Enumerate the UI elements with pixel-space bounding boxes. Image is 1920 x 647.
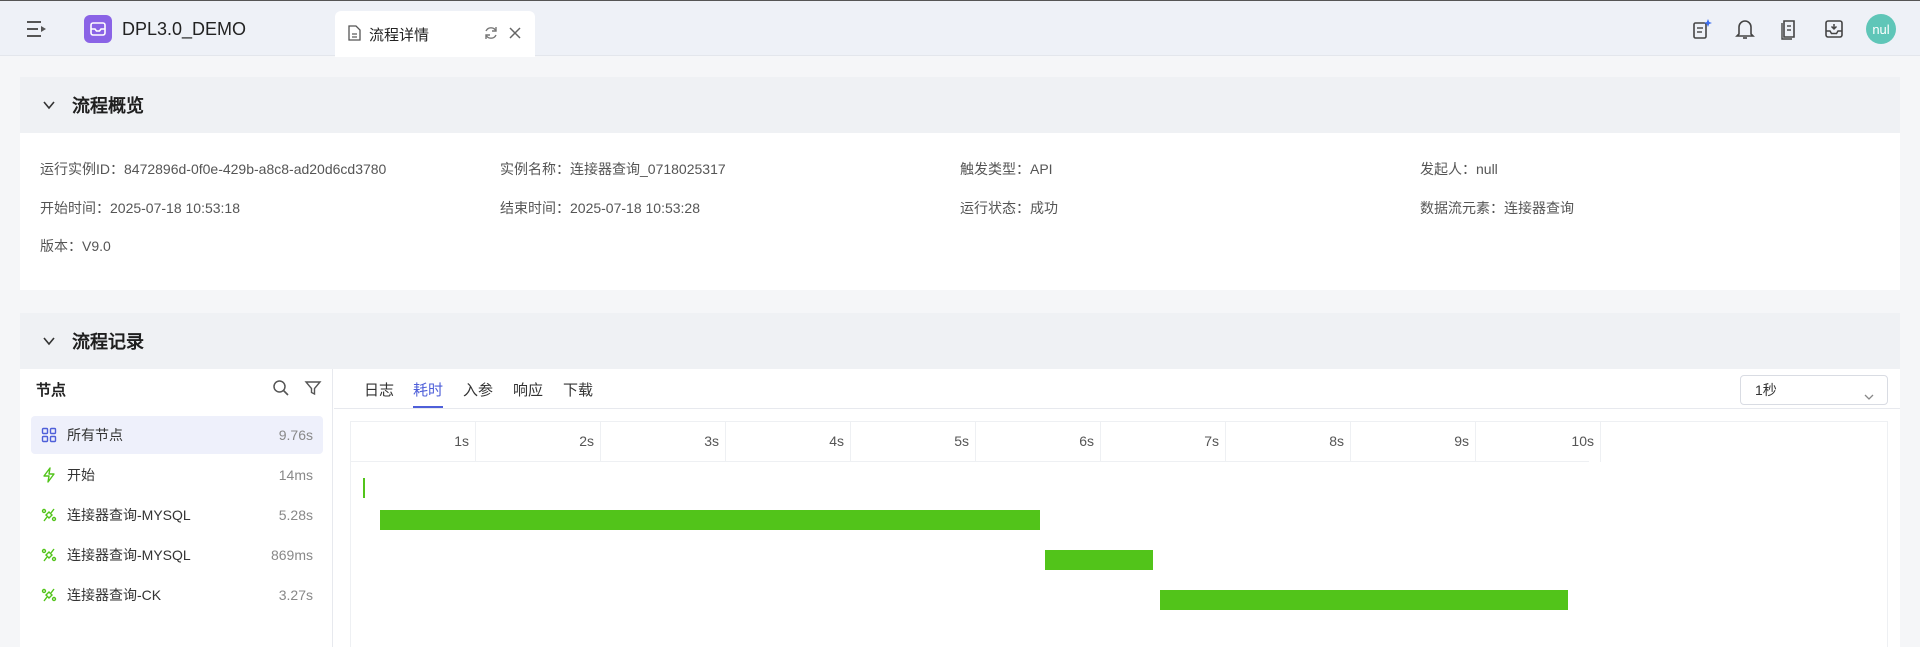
timeline-tick: 7s [1101, 422, 1226, 462]
close-icon[interactable] [507, 25, 523, 44]
timeline-axis: 1s 2s 3s 4s 5s 6s 7s 8s 9s 10s [351, 422, 1601, 462]
overview-title: 流程概览 [72, 96, 144, 116]
node-item-all[interactable]: 所有节点 9.76s [31, 416, 323, 454]
tab-response[interactable]: 响应 [513, 379, 543, 400]
node-list-header: 节点 [20, 369, 332, 409]
timeline-bar[interactable] [363, 478, 366, 498]
timeline-tick-label: 8s [1329, 433, 1344, 449]
tab-duration[interactable]: 耗时 [413, 379, 443, 400]
start-time: 开始时间：2025-07-18 10:53:18 [40, 200, 240, 216]
node-item-mysql-1[interactable]: 连接器查询-MYSQL 5.28s [31, 496, 323, 534]
timeline-tick-label: 4s [829, 433, 844, 449]
grid-icon [41, 427, 57, 443]
node-name: 连接器查询-MYSQL [67, 507, 191, 523]
node-duration: 9.76s [278, 427, 313, 443]
filter-icon[interactable] [304, 379, 322, 401]
timeline-tick-label: 7s [1204, 433, 1219, 449]
instance-name: 实例名称：连接器查询_0718025317 [500, 161, 726, 177]
tab-input-params[interactable]: 入参 [463, 379, 493, 400]
initiator: 发起人：null [1420, 161, 1498, 177]
detail-tabs: 日志 耗时 入参 响应 下载 1秒 [334, 369, 1900, 409]
timeline-tick: 5s [851, 422, 976, 462]
trigger-type: 触发类型：API [960, 161, 1053, 177]
timeline-tick-label: 1s [454, 433, 469, 449]
active-tab-underline [413, 406, 443, 408]
search-icon[interactable] [272, 379, 290, 401]
timeline-tick-label: 3s [704, 433, 719, 449]
connector-icon [41, 547, 57, 563]
time-scale-select[interactable]: 1秒 [1740, 375, 1888, 405]
overview-panel: 流程概览 运行实例ID：8472896d-0f0e-429b-a8c8-ad20… [20, 77, 1900, 290]
timeline-tick-label: 10s [1571, 433, 1594, 449]
timeline-bar[interactable] [379, 510, 1040, 530]
timeline-tick-label: 2s [579, 433, 594, 449]
app-title: DPL3.0_DEMO [122, 19, 247, 39]
overview-header[interactable]: 流程概览 [20, 77, 1900, 133]
timeline-bar[interactable] [1044, 550, 1154, 570]
run-status: 运行状态：成功 [960, 200, 1058, 216]
timeline-tick: 9s [1351, 422, 1476, 462]
tab-download[interactable]: 下载 [563, 379, 593, 400]
node-item-mysql-2[interactable]: 连接器查询-MYSQL 869ms [31, 536, 323, 574]
refresh-icon[interactable] [483, 25, 499, 44]
node-name: 连接器查询-CK [67, 587, 162, 603]
connector-icon [41, 507, 57, 523]
timeline-tick: 10s [1476, 422, 1601, 462]
timeline-tick: 8s [1226, 422, 1351, 462]
timeline-tick-label: 6s [1079, 433, 1094, 449]
tab-flow-detail[interactable]: 流程详情 [335, 11, 535, 57]
node-list: 节点 所有节点 9.76s 开始 14ms 连接器查询-MYSQL 5.28s … [20, 369, 333, 647]
chevron-down-icon[interactable] [42, 98, 56, 112]
run-id: 运行实例ID：8472896d-0f0e-429b-a8c8-ad20d6cd3… [40, 161, 387, 177]
node-name: 开始 [67, 467, 95, 483]
end-time: 结束时间：2025-07-18 10:53:28 [500, 200, 700, 216]
duration-timeline: 1s 2s 3s 4s 5s 6s 7s 8s 9s 10s [350, 421, 1888, 647]
node-list-title: 节点 [36, 381, 67, 399]
records-panel: 流程记录 节点 所有节点 9.76s 开始 14ms 连接器查询-MYSQL 5… [20, 313, 1900, 647]
ai-notes-icon[interactable] [1690, 17, 1714, 41]
records-title: 流程记录 [72, 332, 144, 352]
lightning-icon [41, 467, 57, 483]
version: 版本：V9.0 [40, 238, 111, 254]
timeline-tick: 1s [351, 422, 476, 462]
timeline-tick-label: 9s [1454, 433, 1469, 449]
menu-fold-icon[interactable] [26, 19, 48, 39]
records-header[interactable]: 流程记录 [20, 313, 1900, 369]
node-item-start[interactable]: 开始 14ms [31, 456, 323, 494]
chevron-down-icon [1863, 384, 1875, 412]
timeline-tick: 4s [726, 422, 851, 462]
timeline-tick: 6s [976, 422, 1101, 462]
node-item-ck[interactable]: 连接器查询-CK 3.27s [31, 576, 323, 614]
node-duration: 3.27s [278, 587, 313, 603]
node-duration: 869ms [270, 547, 313, 563]
node-duration: 5.28s [278, 507, 313, 523]
timeline-bar[interactable] [1159, 590, 1569, 610]
data-flow-element: 数据流元素：连接器查询 [1420, 200, 1574, 216]
timeline-tick-label: 5s [954, 433, 969, 449]
timeline-tick: 3s [601, 422, 726, 462]
connector-icon [41, 587, 57, 603]
top-bar: DPL3.0_DEMO 流程详情 nul [0, 0, 1920, 57]
time-scale-value: 1秒 [1755, 382, 1777, 398]
avatar[interactable]: nul [1866, 14, 1896, 44]
document-icon [347, 25, 361, 44]
node-name: 所有节点 [67, 427, 123, 443]
app-logo-icon [84, 15, 112, 43]
tab-label: 流程详情 [369, 27, 430, 44]
detail-area: 日志 耗时 入参 响应 下载 1秒 1s 2s 3s 4s 5s 6s 7s 8s 9s 10s [334, 369, 1900, 647]
node-duration: 14ms [278, 467, 313, 483]
timeline-tick: 2s [476, 422, 601, 462]
file-list-icon[interactable] [1777, 17, 1801, 41]
bell-icon[interactable] [1733, 17, 1757, 41]
node-name: 连接器查询-MYSQL [67, 547, 191, 563]
inbox-download-icon[interactable] [1822, 17, 1846, 41]
tab-log[interactable]: 日志 [364, 379, 394, 400]
chevron-down-icon[interactable] [42, 334, 56, 348]
